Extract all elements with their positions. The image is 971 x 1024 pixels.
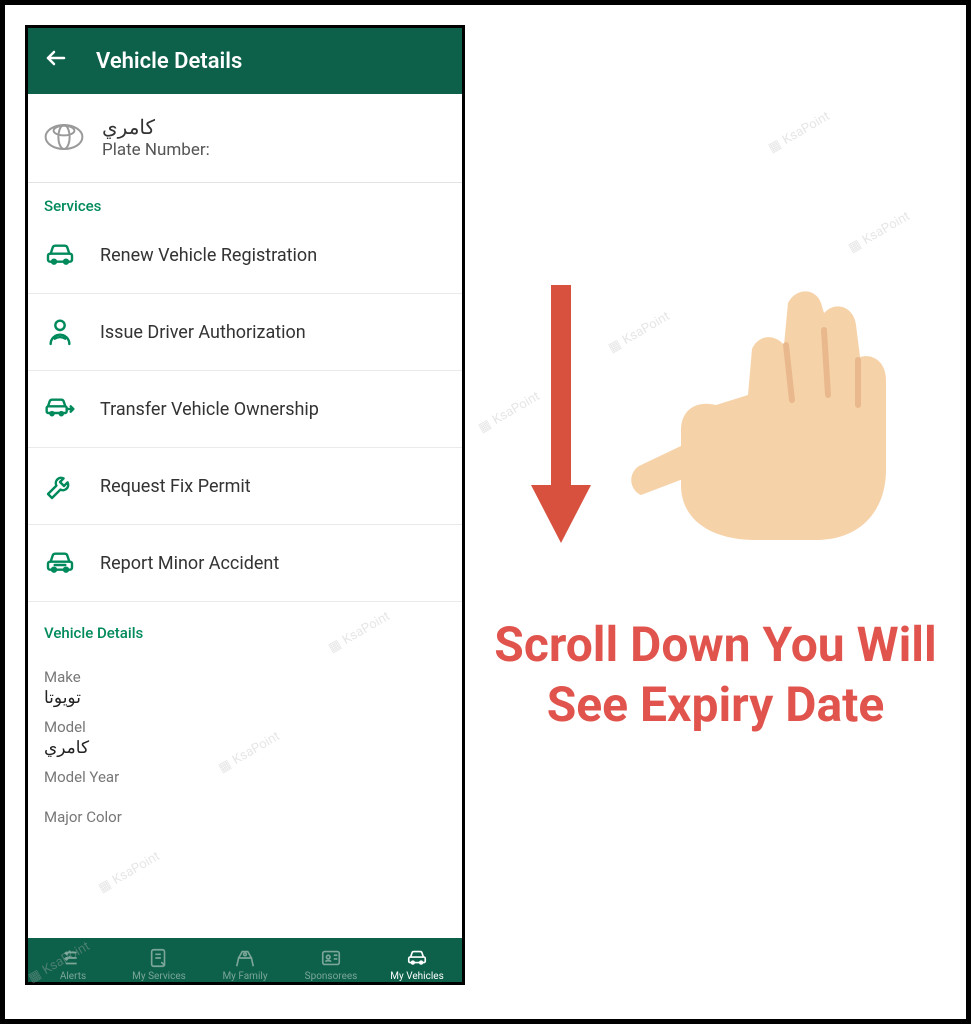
make-label: Make <box>44 668 446 686</box>
bottom-nav: Alerts My Services My Family Sponsorees … <box>28 938 462 982</box>
car-transfer-icon <box>44 393 76 425</box>
nav-sponsorees[interactable]: Sponsorees <box>288 947 374 982</box>
major-color-label: Major Color <box>44 808 446 826</box>
services-icon <box>148 947 170 969</box>
nav-label: Sponsorees <box>305 971 358 982</box>
service-renew-registration[interactable]: Renew Vehicle Registration <box>28 225 462 294</box>
back-arrow-icon[interactable] <box>44 46 68 76</box>
nav-label: My Services <box>132 971 186 982</box>
page-title: Vehicle Details <box>96 49 242 74</box>
nav-my-services[interactable]: My Services <box>116 947 202 982</box>
make-value: تويوتا <box>44 688 446 708</box>
model-value: كامري <box>44 738 446 758</box>
model-year-label: Model Year <box>44 768 446 786</box>
nav-label: Alerts <box>60 971 86 982</box>
annotation-panel: Scroll Down You Will See Expiry Date <box>485 25 946 999</box>
nav-alerts[interactable]: Alerts <box>30 947 116 982</box>
model-label: Model <box>44 718 446 736</box>
service-driver-authorization[interactable]: Issue Driver Authorization <box>28 294 462 371</box>
down-arrow-icon <box>526 285 596 545</box>
car-icon <box>44 239 76 271</box>
service-label: Renew Vehicle Registration <box>100 245 317 266</box>
app-header: Vehicle Details <box>28 28 462 94</box>
vehicle-details-group: Make تويوتا Model كامري Model Year Major… <box>28 652 462 836</box>
vehicle-details-heading: Vehicle Details <box>28 602 462 652</box>
pointing-hand-icon <box>626 285 906 545</box>
services-list: Renew Vehicle Registration Issue Driver … <box>28 225 462 602</box>
annotation-text: Scroll Down You Will See Expiry Date <box>485 615 946 735</box>
alerts-icon <box>62 947 84 969</box>
service-fix-permit[interactable]: Request Fix Permit <box>28 448 462 525</box>
phone-frame: Vehicle Details كامري Plate Number: S <box>25 25 465 985</box>
id-card-icon <box>320 947 342 969</box>
nav-my-family[interactable]: My Family <box>202 947 288 982</box>
vehicle-summary: كامري Plate Number: <box>28 94 462 183</box>
toyota-logo-icon <box>44 117 84 157</box>
plate-number-label: Plate Number: <box>102 140 210 160</box>
service-report-accident[interactable]: Report Minor Accident <box>28 525 462 602</box>
scroll-content[interactable]: كامري Plate Number: Services Renew Vehic… <box>28 94 462 938</box>
service-label: Issue Driver Authorization <box>100 322 306 343</box>
service-label: Request Fix Permit <box>100 476 251 497</box>
vehicle-name: كامري <box>102 114 210 140</box>
car-report-icon <box>44 547 76 579</box>
nav-label: My Family <box>222 971 267 982</box>
wrench-icon <box>44 470 76 502</box>
nav-my-vehicles[interactable]: My Vehicles <box>374 947 460 982</box>
vehicle-icon <box>406 947 428 969</box>
service-label: Transfer Vehicle Ownership <box>100 399 319 420</box>
family-icon <box>234 947 256 969</box>
services-heading: Services <box>28 183 462 225</box>
service-label: Report Minor Accident <box>100 553 279 574</box>
nav-label: My Vehicles <box>390 971 443 982</box>
service-transfer-ownership[interactable]: Transfer Vehicle Ownership <box>28 371 462 448</box>
driver-icon <box>44 316 76 348</box>
